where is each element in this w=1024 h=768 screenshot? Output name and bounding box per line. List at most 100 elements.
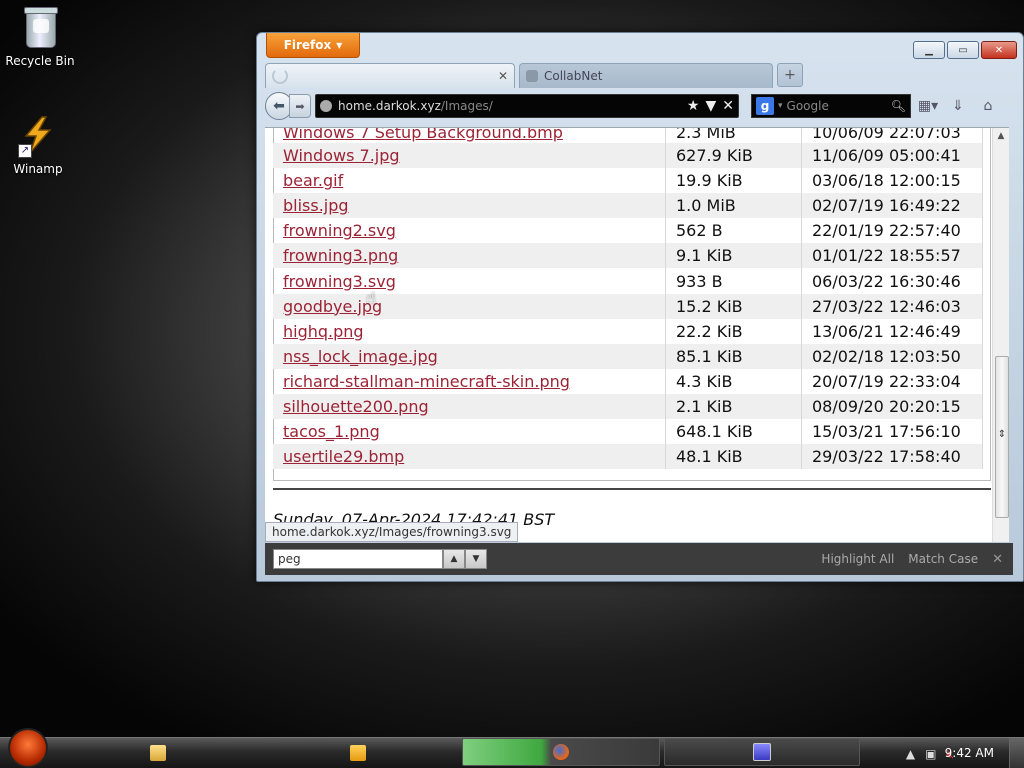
firefox-menu-button[interactable]: Firefox ▾ [266,33,360,58]
url-bar[interactable]: home.darkok.xyz/Images/ ★ ▼ ✕ [315,94,739,118]
maximize-icon: ▭ [958,44,968,56]
file-link[interactable]: frowning2.svg [283,221,396,240]
file-name-cell: Windows 7.jpg [273,143,666,169]
bookmarks-menu-button[interactable]: ▦▾ [915,95,941,117]
file-link[interactable]: nss_lock_image.jpg [283,347,438,366]
table-row: usertile29.bmp 48.1 KiB 29/03/22 17:58:40 [273,444,983,470]
file-name-cell: usertile29.bmp [273,444,666,470]
file-link[interactable]: bear.gif [283,171,343,190]
file-size-cell: 627.9 KiB [665,143,802,169]
file-link[interactable]: bliss.jpg [283,196,349,215]
downloads-icon: ⇓ [952,98,964,114]
file-link[interactable]: frowning3.svg [283,272,396,291]
google-search-engine-icon[interactable]: g [756,97,774,115]
file-link[interactable]: Windows 7 Setup Background.bmp [283,128,563,142]
window-taskbar-button[interactable] [664,738,860,766]
find-close-icon[interactable]: ✕ [992,552,1003,567]
media-player-icon [350,745,366,761]
minimize-button[interactable]: ▁ [913,41,945,59]
downloads-button[interactable]: ⇓ [945,95,971,117]
bookmarks-icon: ▦▾ [917,98,939,114]
history-dropdown-icon[interactable]: ▼ [705,98,716,114]
folder-icon [150,745,166,761]
find-previous-button[interactable]: ▲ [443,549,465,569]
match-case-checkbox[interactable]: Match Case [908,552,978,566]
collabnet-favicon-icon [526,70,538,82]
tab-close-icon[interactable]: ✕ [498,69,508,83]
find-next-button[interactable]: ▼ [465,549,487,569]
file-size-cell: 4.3 KiB [665,368,802,394]
file-date-cell: 13/06/21 12:46:49 [801,318,983,344]
file-name-cell: frowning3.png [273,243,666,269]
file-size-cell: 15.2 KiB [665,293,802,319]
file-size-cell: 2.1 KiB [665,393,802,420]
file-link[interactable]: silhouette200.png [283,397,429,416]
file-date-cell: 10/06/09 22:07:03 [801,128,983,143]
file-size-cell: 562 B [665,218,802,244]
file-name-cell: tacos_1.png [273,419,666,445]
tab-bar: ✕ CollabNet + [265,63,1015,89]
vertical-scrollbar[interactable]: ▲ ⇕ [992,128,1009,542]
search-icon[interactable]: 🔍︎ [891,99,906,113]
clock[interactable]: 9:42 AM [945,746,994,760]
file-link[interactable]: richard-stallman-minecraft-skin.png [283,372,570,391]
start-button[interactable] [8,728,48,768]
horizontal-rule [273,488,991,490]
stop-icon[interactable]: ✕ [722,98,734,114]
table-row: silhouette200.png 2.1 KiB 08/09/20 20:20:1… [273,393,983,420]
show-desktop-button[interactable] [1009,738,1024,768]
file-link[interactable]: usertile29.bmp [283,447,404,466]
forward-button[interactable]: ➡ [289,94,311,118]
scroll-up-arrow-icon[interactable]: ▲ [993,128,1009,144]
recycle-bin-icon [20,6,60,50]
file-date-cell: 22/01/19 22:57:40 [801,218,983,244]
recycle-bin-label: Recycle Bin [5,54,75,68]
search-bar[interactable]: g ▾ Google 🔍︎ [751,94,911,118]
scroll-thumb[interactable]: ⇕ [995,356,1009,518]
status-link-url: home.darkok.xyz/Images/frowning3.svg [265,522,519,542]
firefox-taskbar-button[interactable] [462,738,660,766]
file-name-cell: frowning3.svg [273,268,666,294]
forward-arrow-icon: ➡ [295,99,305,113]
tab-active[interactable]: ✕ [265,63,515,88]
home-button[interactable]: ⌂ [975,95,1001,117]
show-hidden-icons-icon[interactable]: ▲ [906,747,915,762]
file-name-cell: highq.png [273,318,666,344]
file-link[interactable]: tacos_1.png [283,422,380,441]
close-icon: ✕ [994,44,1004,56]
media-player-pin[interactable] [346,740,370,766]
file-link[interactable]: frowning3.png [283,246,398,265]
file-explorer-pin[interactable] [146,740,170,766]
network-icon[interactable]: ▣ [925,747,936,762]
bookmark-star-icon[interactable]: ★ [687,98,700,114]
new-tab-button[interactable]: + [777,63,803,87]
table-row: Windows 7 Setup Background.bmp 2.3 MiB 10/… [273,128,983,143]
file-size-cell: 648.1 KiB [665,419,802,445]
file-link[interactable]: Windows 7.jpg [283,146,400,165]
file-name-cell: bear.gif [273,168,666,194]
file-date-cell: 03/06/18 12:00:15 [801,168,983,194]
highlight-all-button[interactable]: Highlight All [821,552,894,566]
home-icon: ⌂ [983,98,993,114]
tab-collabnet[interactable]: CollabNet [519,63,773,88]
winamp-shortcut[interactable]: ↗ Winamp [0,114,78,176]
maximize-button[interactable]: ▭ [947,41,979,59]
firefox-icon [553,744,569,760]
find-input[interactable]: peg [273,549,443,569]
winamp-icon: ↗ [18,114,58,158]
taskbar: ▲ ▣ 🔇︎ 9:42 AM [0,728,1024,768]
file-name-cell: nss_lock_image.jpg [273,343,666,369]
recycle-bin-shortcut[interactable]: Recycle Bin [0,6,80,68]
firefox-window: Firefox ▾ ▁ ▭ ✕ ✕ CollabNet + ⬅ ➡ home.d… [256,32,1024,582]
site-identity-icon[interactable] [320,100,332,112]
search-placeholder: Google [786,99,829,113]
file-size-cell: 1.0 MiB [665,193,802,219]
close-window-button[interactable]: ✕ [981,41,1017,59]
table-row: Windows 7.jpg 627.9 KiB 11/06/09 05:00:41 [273,143,983,169]
file-listing-table: Windows 7 Setup Background.bmp 2.3 MiB 10/… [273,128,983,470]
chevron-up-icon: ▲ [450,554,458,564]
file-link[interactable]: highq.png [283,322,364,341]
file-size-cell: 48.1 KiB [665,444,802,470]
file-size-cell: 85.1 KiB [665,343,802,369]
file-date-cell: 27/03/22 12:46:03 [801,293,983,319]
